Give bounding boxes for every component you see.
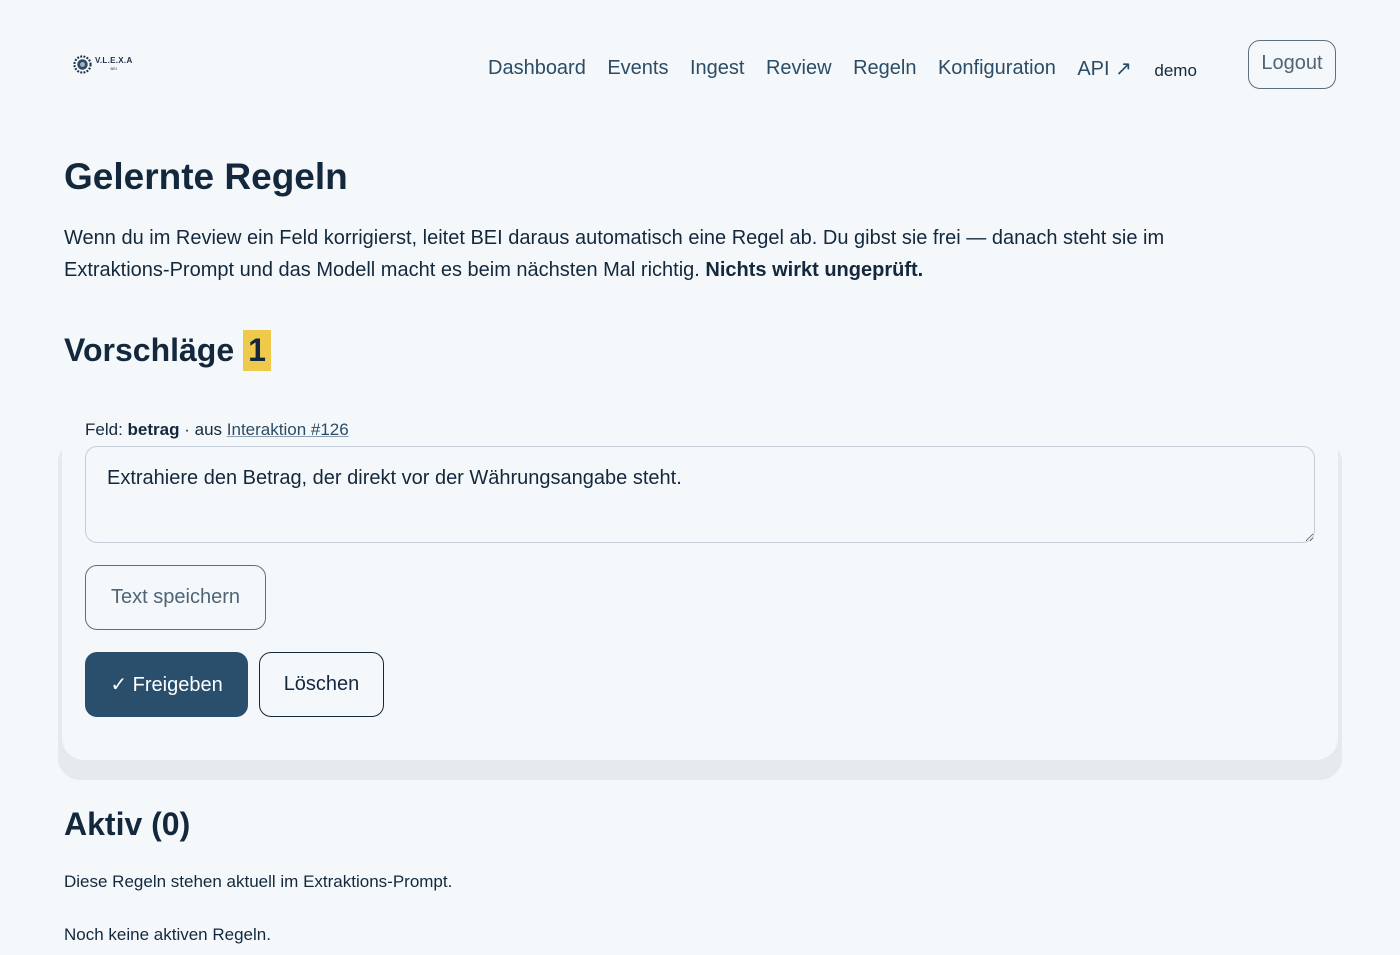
active-heading: Aktiv (0) — [64, 806, 191, 842]
current-user: demo — [1154, 60, 1197, 80]
nav-events[interactable]: Events — [607, 57, 668, 80]
intro-emphasis: Nichts wirkt ungeprüft. — [705, 259, 924, 281]
rule-text-input[interactable]: Extrahiere den Betrag, der direkt vor de… — [85, 446, 1315, 543]
suggestions-count-badge: 1 — [243, 330, 271, 371]
suggestions-heading: Vorschläge 1 — [64, 330, 271, 371]
source-interaction-link[interactable]: Interaktion #126 — [227, 420, 349, 439]
logout-button[interactable]: Logout — [1248, 40, 1336, 89]
logo-name: V.L.E.X.A — [95, 56, 133, 65]
intro-body: Wenn du im Review ein Feld korrigierst, … — [64, 227, 1165, 281]
page-title: Gelernte Regeln — [64, 156, 348, 197]
nav-konfiguration[interactable]: Konfiguration — [938, 57, 1056, 80]
save-text-button[interactable]: Text speichern — [85, 565, 266, 630]
logo-sub: BEI — [110, 66, 117, 71]
source-prefix: · aus — [184, 420, 223, 439]
nav-dashboard[interactable]: Dashboard — [488, 57, 586, 80]
suggestions-title: Vorschläge — [64, 332, 235, 368]
active-empty-text: Noch keine aktiven Regeln. — [64, 925, 271, 944]
main-nav: Dashboard Events Ingest Review Regeln Ko… — [488, 56, 1197, 81]
field-prefix: Feld: — [85, 420, 123, 439]
top-header: V.L.E.X.A BEI Dashboard Events Ingest Re… — [0, 0, 1400, 120]
gear-logo-icon — [73, 54, 92, 74]
nav-review[interactable]: Review — [766, 57, 832, 80]
approve-button[interactable]: ✓ Freigeben — [85, 652, 248, 717]
delete-button[interactable]: Löschen — [259, 652, 384, 717]
nav-regeln[interactable]: Regeln — [853, 57, 916, 80]
field-name: betrag — [127, 420, 180, 439]
intro-text: Wenn du im Review ein Feld korrigierst, … — [64, 222, 1264, 286]
nav-api[interactable]: API ↗ — [1077, 56, 1132, 81]
suggestion-field-info: Feld: betrag · aus Interaktion #126 — [85, 420, 349, 440]
active-description: Diese Regeln stehen aktuell im Extraktio… — [64, 872, 453, 891]
app-logo[interactable]: V.L.E.X.A BEI — [73, 53, 133, 75]
nav-ingest[interactable]: Ingest — [690, 57, 744, 80]
